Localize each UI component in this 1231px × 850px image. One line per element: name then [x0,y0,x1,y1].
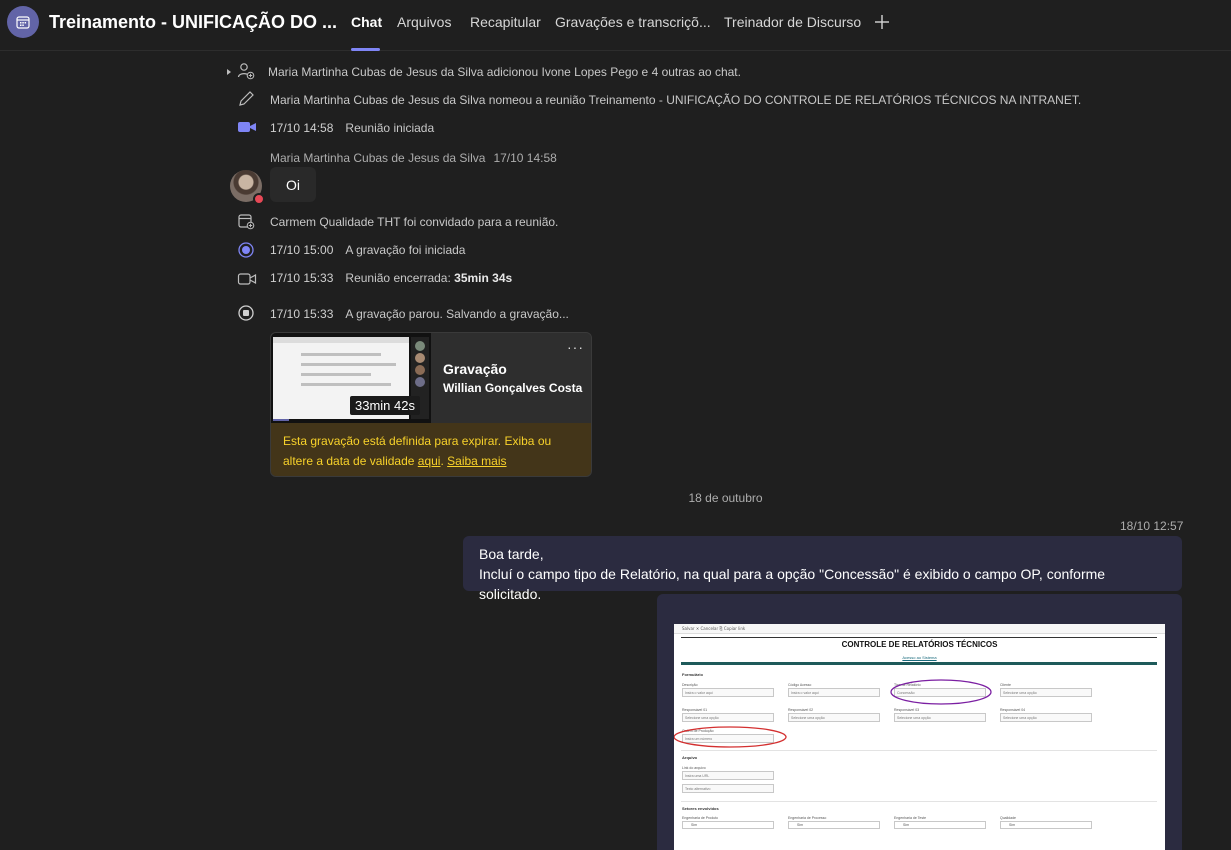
recording-duration: 33min 42s [350,396,420,415]
recording-owner: Willian Gonçalves Costa [443,381,583,395]
plus-icon [875,15,889,29]
thumbnail-participant [415,353,425,363]
date-divider: 18 de outubro [688,491,763,505]
event-added-people: Maria Martinha Cubas de Jesus da Silva a… [268,65,741,79]
tab-chat[interactable]: Chat [351,14,382,30]
event-renamed: Maria Martinha Cubas de Jesus da Silva n… [270,93,1082,107]
video-camera-icon [237,119,257,140]
sender-name: Maria Martinha Cubas de Jesus da Silva [270,151,486,165]
learn-more-link[interactable]: Saiba mais [447,454,506,468]
outgoing-timestamp: 18/10 12:57 [1120,519,1184,533]
thumbnail-row [301,363,396,366]
event-meeting-ended: 17/10 15:33 Reunião encerrada: 35min 34s [270,271,512,285]
form-section-title: Setores envolvidos [682,806,719,811]
checkbox-field: Sim [682,821,774,829]
recording-started-icon [237,241,255,264]
avatar[interactable] [230,170,265,205]
field-label: Qualidade [1000,816,1016,820]
divider [681,801,1157,802]
tab-recapitular[interactable]: Recapitular [470,14,541,30]
more-options-button[interactable]: ··· [567,339,584,355]
field-label: Engenharia de Produto [682,816,718,820]
thumbnail-bar [273,337,409,343]
meeting-calendar-icon [7,6,39,38]
thumbnail-row [301,353,381,356]
event-text: A gravação foi iniciada [345,243,466,257]
field-label: Engenharia de Processo [788,816,827,820]
meeting-duration: 35min 34s [454,271,513,285]
tab-arquivos[interactable]: Arquivos [397,14,451,30]
outgoing-image-bubble[interactable]: Salvar ✕ Cancelar ⎘ Copiar link CONTROLE… [657,594,1182,850]
recording-stop-icon [237,304,255,327]
highlight-tipo-relatorio [890,679,992,705]
message-line: Boa tarde, [479,546,544,562]
expiration-warning: Esta gravação está definida para expirar… [271,423,591,476]
field-input: Insira uma URL [682,771,774,780]
meeting-title: Treinamento - UNIFICAÇÃO DO ... [49,12,338,32]
event-text: Reunião iniciada [345,121,435,135]
event-recording-started: 17/10 15:00 A gravação foi iniciada [270,243,465,257]
recording-title: Gravação [443,361,507,377]
recording-info: ··· Gravação Willian Gonçalves Costa [431,333,591,423]
event-time: 17/10 14:58 [270,121,334,135]
thumbnail-row [301,383,391,386]
event-recording-stopped: 17/10 15:33 A gravação parou. Salvando a … [270,307,569,321]
message-header: Maria Martinha Cubas de Jesus da Silva 17… [270,151,557,165]
thumbnail-participant [415,365,425,375]
event-time: 17/10 15:33 [270,307,334,321]
highlight-ordem-producao [674,726,787,748]
checkbox-field: Sim [1000,821,1092,829]
form-section-title: Arquivo [682,755,698,760]
warning-separator: . [440,454,444,468]
field-input: Texto alternativo [682,784,774,793]
video-ended-icon [237,271,257,292]
event-time: 17/10 15:33 [270,271,334,285]
incoming-message-bubble[interactable]: Oi [270,167,316,202]
tab-treinador[interactable]: Treinador de Discurso [724,14,861,30]
checkbox-field: Sim [788,821,880,829]
event-text: Reunião encerrada: [345,271,451,285]
divider [681,750,1157,751]
event-meeting-started: 17/10 14:58 Reunião iniciada [270,121,434,135]
calendar-add-icon [237,212,255,235]
add-tab-button[interactable] [872,12,892,32]
thumbnail-participant [415,377,425,387]
field-label: Engenharia de Teste [894,816,927,820]
recording-card[interactable]: 33min 42s ··· Gravação Willian Gonçalves… [270,332,592,477]
event-invited: Carmem Qualidade THT foi convidado para … [270,215,559,229]
thumbnail-row [301,373,371,376]
presence-busy-indicator [253,193,265,205]
add-people-icon [237,62,255,85]
tab-gravacoes[interactable]: Gravações e transcriçõ... [555,14,711,30]
top-header: Treinamento - UNIFICAÇÃO DO ... Chat Arq… [0,0,1231,51]
playback-progress [273,419,289,421]
event-time: 17/10 15:00 [270,243,334,257]
change-expiration-link[interactable]: aqui [418,454,441,468]
thumbnail-participant [415,341,425,351]
message-timestamp: 17/10 14:58 [493,151,557,165]
outgoing-message-bubble[interactable]: Boa tarde, Incluí o campo tipo de Relató… [463,536,1182,602]
checkbox-field: Sim [894,821,986,829]
expand-caret-icon[interactable] [225,63,233,81]
event-text: A gravação parou. Salvando a gravação... [345,307,569,321]
active-tab-indicator [351,48,380,51]
attached-screenshot[interactable]: Salvar ✕ Cancelar ⎘ Copiar link CONTROLE… [674,624,1165,850]
field-label: Link do arquivo [682,766,706,770]
recording-thumbnail[interactable]: 33min 42s [271,333,431,423]
pencil-icon [237,90,255,113]
